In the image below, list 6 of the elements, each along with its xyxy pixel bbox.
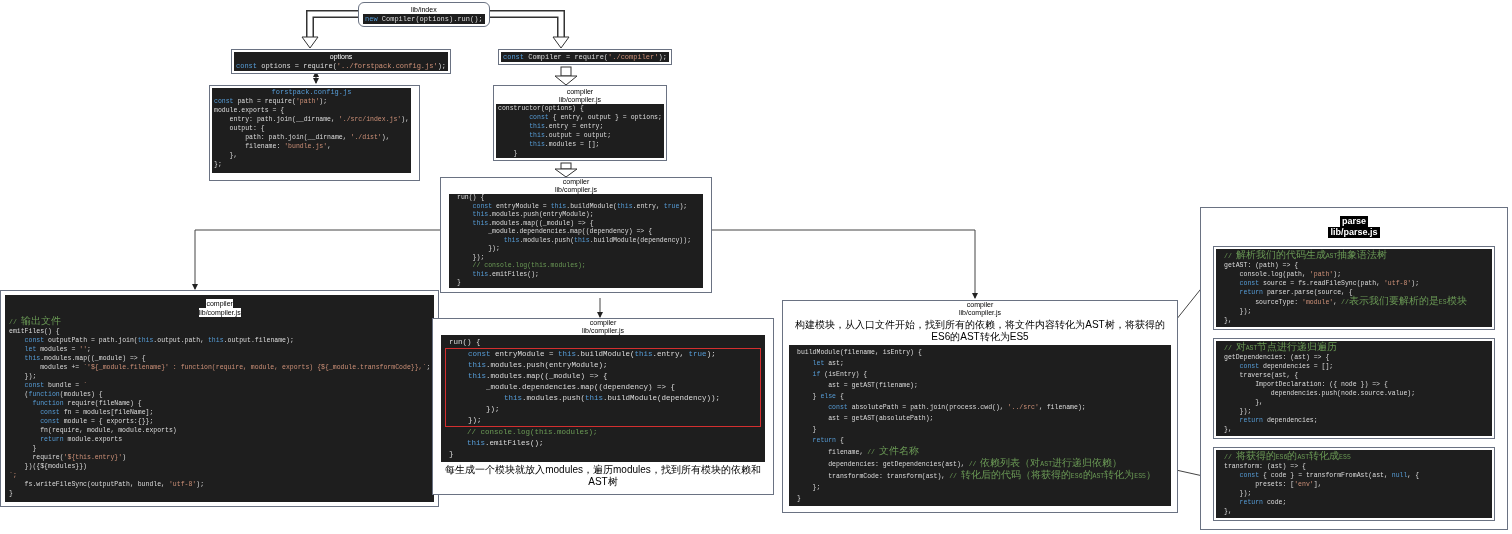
connector-line — [597, 297, 603, 318]
node-caption: 构建模块，从入口文件开始，找到所有的依赖，将文件内容转化为AST树，将获得的ES6的AST转化为ES5 — [794, 318, 1166, 344]
node-caption: 每生成一个模块就放入modules，遍历modules，找到所有模块的依赖和AST树 — [444, 463, 762, 489]
module-title: parse — [1340, 216, 1368, 227]
module-title: lib/parse.js — [1328, 227, 1380, 238]
double-arrow — [313, 71, 319, 84]
